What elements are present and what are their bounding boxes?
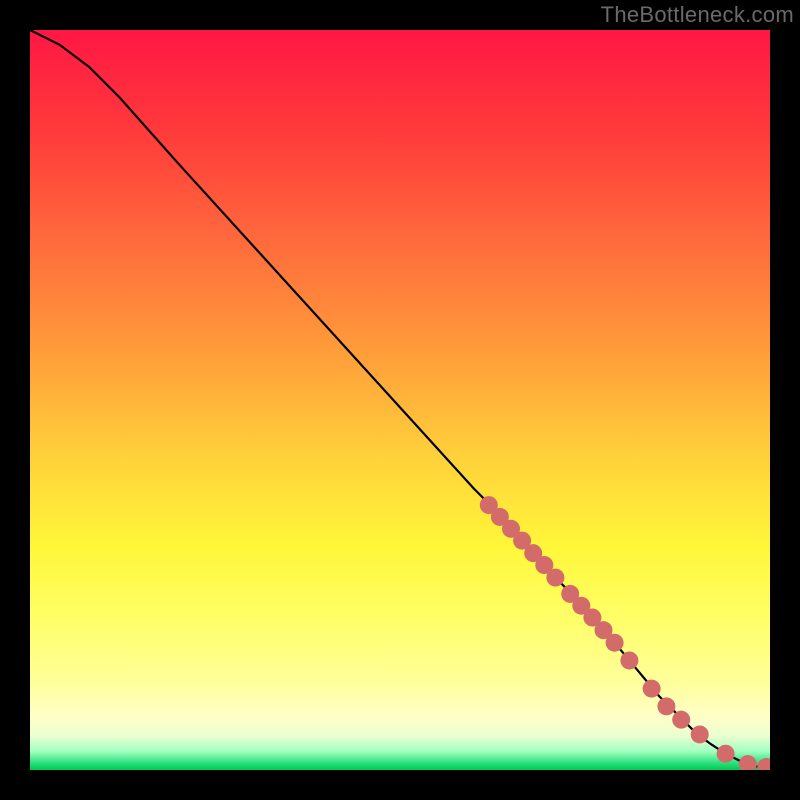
gradient-background	[30, 30, 770, 770]
data-point	[620, 651, 638, 669]
data-point	[657, 697, 675, 715]
data-point	[643, 680, 661, 698]
chart-container: TheBottleneck.com	[0, 0, 800, 800]
data-point	[717, 745, 735, 763]
chart-svg	[30, 30, 770, 770]
plot-area	[30, 30, 770, 770]
data-point	[606, 634, 624, 652]
data-point	[672, 711, 690, 729]
watermark-text: TheBottleneck.com	[601, 2, 794, 28]
data-point	[691, 725, 709, 743]
data-point	[546, 569, 564, 587]
